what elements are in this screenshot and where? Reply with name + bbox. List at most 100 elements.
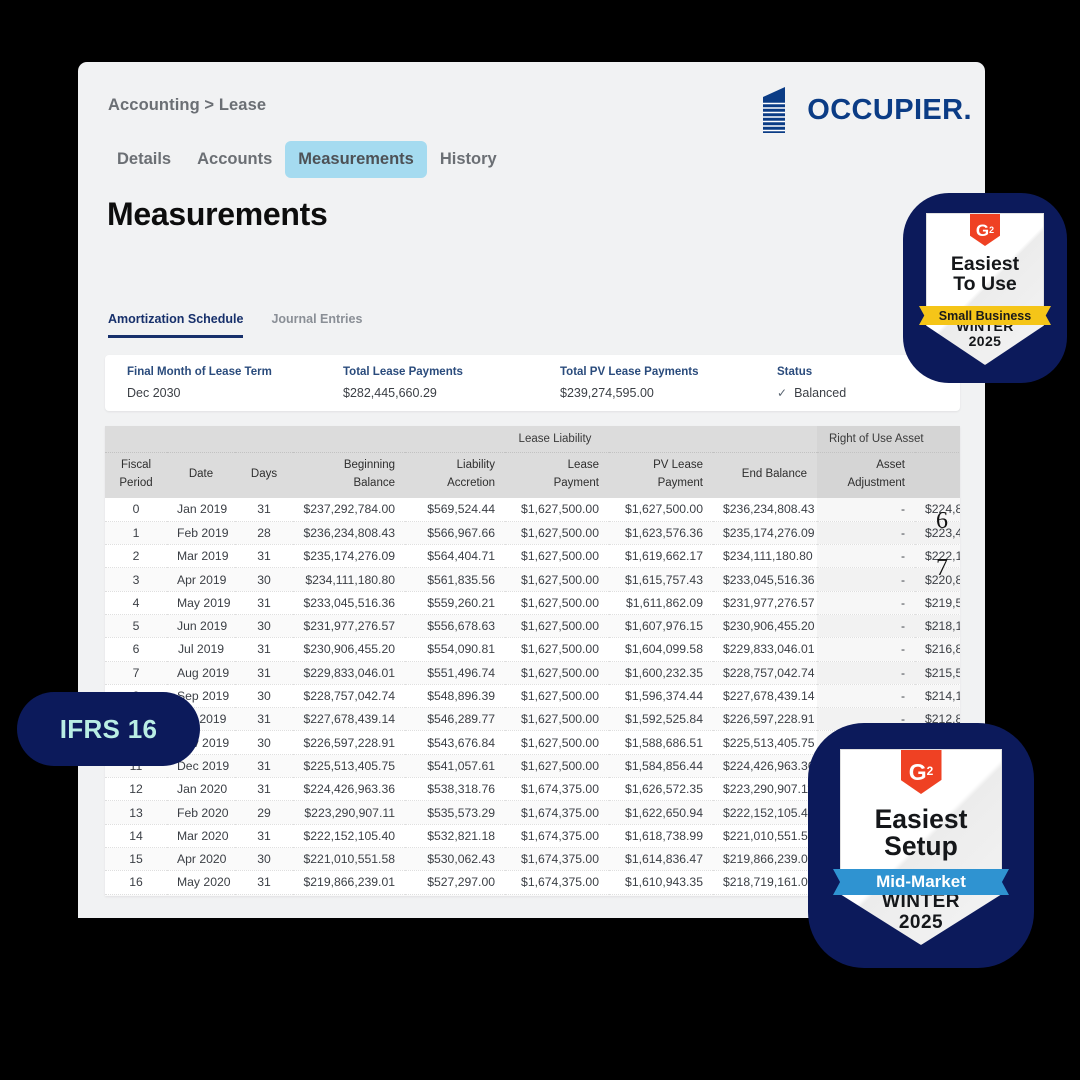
table-cell-fiscal-period: 16 bbox=[105, 870, 167, 895]
artifact-numeral-6: 6 bbox=[936, 508, 948, 534]
primary-tabs: Details Accounts Measurements History bbox=[104, 141, 510, 178]
table-cell-beginning-balance: $226,597,228.91 bbox=[293, 730, 405, 755]
col-pv-lease-payment[interactable]: PV Lease Payment bbox=[609, 452, 713, 498]
table-cell-end-balance: $225,513,405.75 bbox=[713, 730, 817, 755]
table-cell-date: Apr 2019 bbox=[167, 567, 235, 592]
col-asset-adjustment[interactable]: Asset Adjustment bbox=[817, 452, 915, 498]
summary-label: Total Lease Payments bbox=[343, 366, 463, 378]
table-cell-date: Aug 2019 bbox=[167, 661, 235, 685]
table-cell-end-balance: $222,152,105.40 bbox=[713, 800, 817, 825]
table-row[interactable]: 8Sep 201930$228,757,042.74$548,896.39$1,… bbox=[105, 684, 960, 709]
table-cell-end-balance: $233,045,516.36 bbox=[713, 567, 817, 592]
table-row[interactable]: 4 May 2019 31 $233,045,516.36 $559,260.21 $1,… bbox=[105, 591, 960, 615]
table-cell-days: 31 bbox=[235, 637, 293, 662]
col-lease-payment[interactable]: Lease Payment bbox=[505, 452, 609, 498]
table-cell-days: 31 bbox=[235, 707, 293, 732]
table-cell-end-balance: $231,977,276.57 bbox=[713, 591, 817, 615]
table-cell-lease-payment: $1,627,500.00 bbox=[505, 544, 609, 569]
g2-logo-sup: 2 bbox=[989, 224, 995, 235]
breadcrumb[interactable]: Accounting > Lease bbox=[108, 96, 266, 115]
brand-name: OCCUPIER bbox=[807, 93, 964, 126]
table-cell-pv-lease-payment: $1,622,650.94 bbox=[609, 800, 713, 825]
g2-badge-easiest-to-use: G2 Easiest To Use WINTER 2025 Small Busi… bbox=[903, 193, 1067, 383]
table-cell-days: 30 bbox=[235, 894, 293, 896]
tab-history[interactable]: History bbox=[427, 141, 510, 178]
table-cell-beginning-balance: $235,174,276.09 bbox=[293, 544, 405, 569]
table-cell-liability-accretion: $535,573.29 bbox=[405, 800, 505, 825]
table-cell-lease-payment: $1,627,500.00 bbox=[505, 567, 609, 592]
table-cell-lease-payment: $1,627,500.00 bbox=[505, 684, 609, 709]
table-cell-liability-accretion: $524,524.90 bbox=[405, 894, 505, 896]
col-days[interactable]: Days bbox=[235, 452, 293, 498]
table-row[interactable]: 0 Jan 2019 31 $237,292,784.00 $569,524.44 $1,… bbox=[105, 498, 960, 522]
table-cell-pv-lease-payment: $1,618,738.99 bbox=[609, 824, 713, 848]
table-cell-beginning-balance: $237,292,784.00 bbox=[293, 498, 405, 522]
table-cell-asset-adjustment: - bbox=[817, 521, 915, 546]
summary-label: Status bbox=[777, 366, 813, 378]
g2-logo-sup: 2 bbox=[926, 764, 934, 779]
group-header-row: Lease Liability Right of Use Asset bbox=[105, 426, 960, 453]
table-cell-liability-accretion: $543,676.84 bbox=[405, 730, 505, 755]
table-cell-lease-payment: $1,627,500.00 bbox=[505, 707, 609, 732]
table-row[interactable]: 1 Feb 2019 28 $236,234,808.43 $566,967.66 $1,… bbox=[105, 521, 960, 546]
g2-logo-icon: G2 bbox=[970, 214, 1000, 246]
summary-total-lease-payments: Total Lease Payments $282,445,660.29 bbox=[343, 366, 463, 400]
col-end-balance[interactable]: End Balance bbox=[713, 452, 817, 498]
table-cell-beginning-balance: $224,426,963.36 bbox=[293, 777, 405, 802]
table-cell-pv-lease-payment: $1,611,862.09 bbox=[609, 591, 713, 615]
group-header-lease-liability: Lease Liability bbox=[293, 426, 817, 453]
tab-details[interactable]: Details bbox=[104, 141, 184, 178]
tab-accounts[interactable]: Accounts bbox=[184, 141, 285, 178]
table-row[interactable]: 2 Mar 2019 31 $235,174,276.09 $564,404.71 $1,… bbox=[105, 544, 960, 569]
col-rou-beginning-balance[interactable]: BeginningBalance bbox=[915, 452, 960, 498]
table-cell-pv-lease-payment: $1,626,572.35 bbox=[609, 777, 713, 802]
table-cell-fiscal-period: 4 bbox=[105, 591, 167, 615]
table-cell-date: Feb 2019 bbox=[167, 521, 235, 546]
table-cell-lease-payment: $1,627,500.00 bbox=[505, 521, 609, 546]
table-cell-end-balance: $226,597,228.91 bbox=[713, 707, 817, 732]
col-liability-accretion[interactable]: Liability Accretion bbox=[405, 452, 505, 498]
summary-value: Balanced bbox=[794, 386, 847, 400]
table-cell-end-balance: $234,111,180.80 bbox=[713, 544, 817, 569]
table-row[interactable]: 3 Apr 2019 30 $234,111,180.80 $561,835.56 $1,… bbox=[105, 567, 960, 592]
table-cell-liability-accretion: $556,678.63 bbox=[405, 614, 505, 639]
table-cell-beginning-balance: $230,906,455.20 bbox=[293, 637, 405, 662]
table-cell-beginning-balance: $233,045,516.36 bbox=[293, 591, 405, 615]
table-cell-lease-payment: $1,627,500.00 bbox=[505, 730, 609, 755]
col-date[interactable]: Date bbox=[167, 452, 235, 498]
table-row[interactable]: 5 Jun 2019 30 $231,977,276.57 $556,678.63 $1,… bbox=[105, 614, 960, 639]
table-cell-beginning-balance: $214,196,485.23 bbox=[915, 684, 960, 709]
badge-season: WINTER 2025 bbox=[882, 891, 960, 933]
table-cell-liability-accretion: $564,404.71 bbox=[405, 544, 505, 569]
table-cell-days: 31 bbox=[235, 754, 293, 779]
table-row[interactable]: 9Oct 201931$227,678,439.14$546,289.77$1,… bbox=[105, 707, 960, 732]
table-cell-beginning-balance: $218,193,178.12 bbox=[915, 614, 960, 639]
table-cell-days: 28 bbox=[235, 521, 293, 546]
table-row[interactable]: 7 Aug 2019 31 $229,833,046.01 $551,496.74 $1,… bbox=[105, 661, 960, 685]
table-cell-liability-accretion: $569,524.44 bbox=[405, 498, 505, 522]
badge-title: Easiest Setup bbox=[875, 805, 968, 860]
table-cell-lease-payment: $1,674,375.00 bbox=[505, 800, 609, 825]
col-beginning-balance[interactable]: Beginning Balance bbox=[293, 452, 405, 498]
subtab-amortization-schedule[interactable]: Amortization Schedule bbox=[108, 312, 244, 338]
table-cell-asset-adjustment: - bbox=[817, 661, 915, 685]
table-cell-beginning-balance: $225,513,405.75 bbox=[293, 754, 405, 779]
table-cell-days: 30 bbox=[235, 614, 293, 639]
table-cell-pv-lease-payment: $1,600,232.35 bbox=[609, 661, 713, 685]
table-cell-asset-adjustment: - bbox=[817, 637, 915, 662]
table-cell-lease-payment: $1,627,500.00 bbox=[505, 614, 609, 639]
table-cell-days: 30 bbox=[235, 684, 293, 709]
table-cell-days: 30 bbox=[235, 730, 293, 755]
table-cell-liability-accretion: $554,090.81 bbox=[405, 637, 505, 662]
col-fiscal-period[interactable]: Fiscal Period bbox=[105, 452, 167, 498]
table-row[interactable]: 6 Jul 2019 31 $230,906,455.20 $554,090.81 $1,… bbox=[105, 637, 960, 662]
table-cell-liability-accretion: $532,821.18 bbox=[405, 824, 505, 848]
g2-logo-letter: G bbox=[975, 220, 990, 240]
table-cell-beginning-balance: $219,866,239.01 bbox=[293, 870, 405, 895]
subtab-journal-entries[interactable]: Journal Entries bbox=[271, 312, 362, 335]
brand-wordmark: OCCUPIER. bbox=[807, 94, 972, 127]
table-cell-pv-lease-payment: $1,592,525.84 bbox=[609, 707, 713, 732]
tab-measurements[interactable]: Measurements bbox=[285, 141, 427, 178]
table-cell-liability-accretion: $561,835.56 bbox=[405, 567, 505, 592]
table-cell-date: Jul 2019 bbox=[167, 637, 235, 662]
